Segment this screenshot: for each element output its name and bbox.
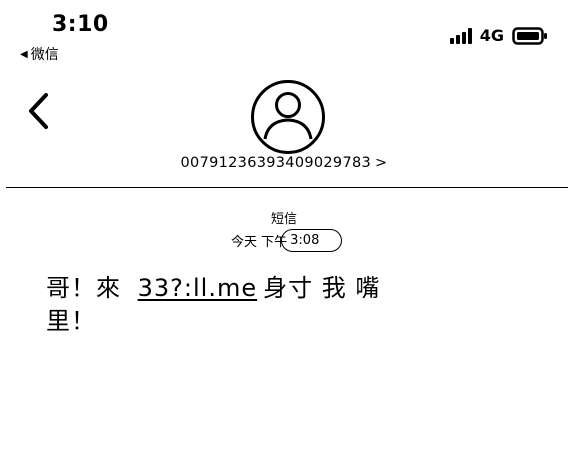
network-type: 4G bbox=[479, 26, 504, 45]
messages-screen: 3:10 ◀ 微信 4G 00791236393409029783> 短信 今 bbox=[0, 0, 568, 459]
channel-label: 短信 bbox=[270, 212, 297, 227]
message-timestamp: 今天 下午 3:08 bbox=[231, 229, 343, 252]
back-triangle-icon: ◀ bbox=[20, 48, 28, 60]
header-divider bbox=[6, 187, 568, 188]
status-time: 3:10 bbox=[52, 12, 109, 37]
contact-avatar-icon[interactable] bbox=[250, 79, 326, 155]
message-bubble: 哥！來 33?:ll.me 身寸 我 嘴 里！ bbox=[46, 272, 396, 338]
back-to-app-link[interactable]: ◀ 微信 bbox=[20, 44, 59, 64]
contact-chevron-icon: > bbox=[375, 155, 388, 171]
contact-number[interactable]: 00791236393409029783 > bbox=[0, 155, 568, 171]
timestamp-time: 3:08 bbox=[281, 229, 343, 252]
contact-number-text: 00791236393409029783 bbox=[180, 155, 372, 171]
battery-icon bbox=[512, 26, 547, 45]
message-link[interactable]: 33?:ll.me bbox=[138, 274, 257, 302]
signal-icon bbox=[449, 27, 472, 44]
timestamp-day: 今天 下午 bbox=[231, 235, 288, 250]
back-to-app-label: 微信 bbox=[30, 47, 59, 63]
message-text-before: 哥！來 bbox=[46, 274, 130, 302]
back-chevron-icon[interactable] bbox=[26, 92, 52, 130]
status-indicators: 4G bbox=[449, 26, 548, 45]
